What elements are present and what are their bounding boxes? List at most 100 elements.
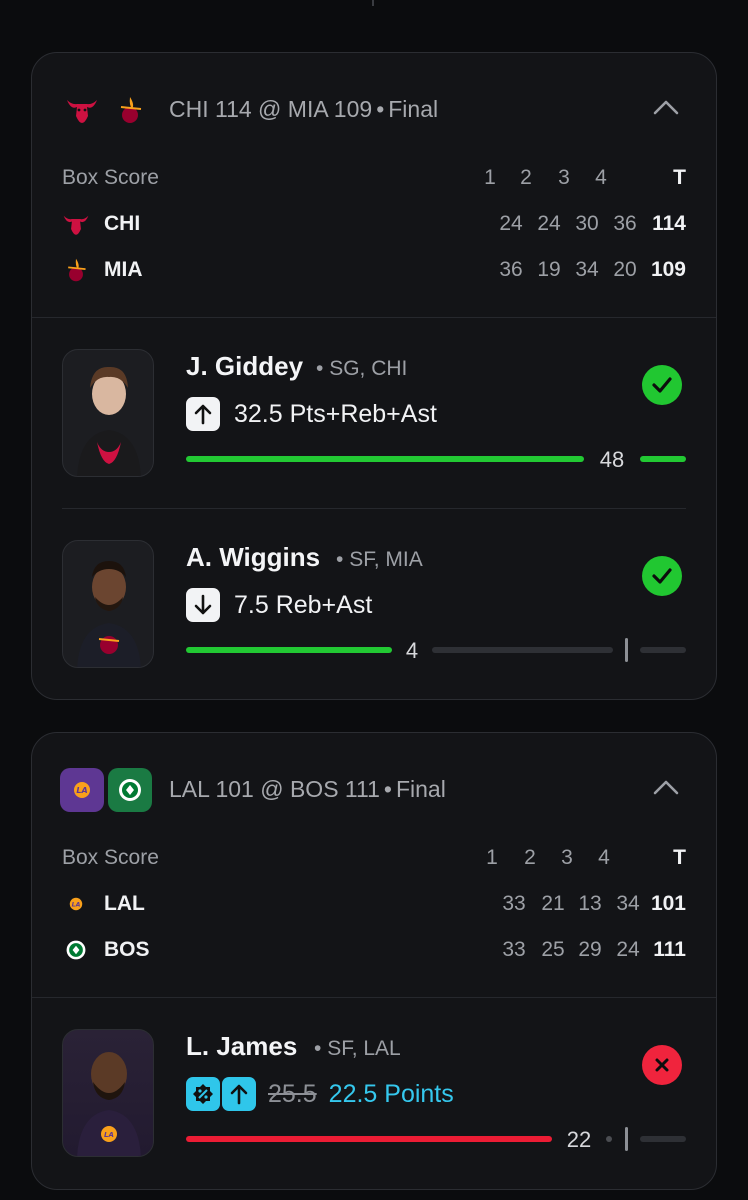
line-marker (625, 638, 628, 662)
stat-value: 4 (405, 638, 419, 663)
pick-row[interactable]: A. Wiggins • SF, MIA 7.5 Reb+Ast 4 (32, 512, 716, 682)
player-headshot (62, 349, 154, 477)
quarter-score: 13 (578, 892, 602, 915)
quarter-label: 4 (595, 166, 607, 189)
quarter-label: 4 (598, 846, 610, 869)
svg-text:LA: LA (76, 786, 87, 795)
chevron-up-icon[interactable] (652, 97, 680, 119)
progress-dot (606, 1136, 612, 1142)
heat-logo-icon (62, 256, 90, 284)
team-logos (60, 87, 152, 133)
quarter-label: 1 (486, 846, 498, 869)
svg-text:LA: LA (72, 901, 81, 908)
celtics-logo-icon (108, 768, 152, 812)
quarter-label: 3 (561, 846, 573, 869)
quarter-score: 34 (575, 258, 599, 281)
quarter-score: 24 (499, 212, 523, 235)
player-meta: • SF, MIA (336, 548, 423, 571)
quarter-score: 24 (537, 212, 561, 235)
player-headshot: LA (62, 1029, 154, 1157)
player-name: A. Wiggins (186, 542, 321, 572)
chevron-up-icon[interactable] (652, 777, 680, 799)
box-score-row: MIA 36 19 34 20 109 (62, 250, 686, 290)
team-logos: LA (60, 767, 152, 813)
game-title: LAL 101 @ BOS 111 • Final (169, 776, 446, 802)
player-name: L. James (186, 1031, 298, 1061)
pick-line-text: 7.5 Reb+Ast (234, 590, 373, 619)
scroll-tick (372, 0, 374, 6)
box-score-header: Box Score 1 2 3 4 T (62, 158, 686, 198)
lakers-logo-icon: LA (62, 890, 90, 918)
player-position-team: SF, LAL (327, 1037, 401, 1060)
player-name: J. Giddey (186, 351, 304, 381)
team-abbr: LAL (104, 892, 145, 915)
game-header[interactable]: LA LAL 101 @ BOS 111 • Final (32, 733, 716, 833)
quarter-label: 1 (484, 166, 496, 189)
quarter-score: 33 (502, 892, 526, 915)
box-score-label: Box Score (62, 166, 159, 189)
team-abbr: BOS (104, 938, 150, 961)
arrow-up-icon (222, 1077, 256, 1111)
pick-line: 32.5 Pts+Reb+Ast (186, 397, 437, 431)
team-abbr: MIA (104, 258, 143, 281)
player-position-team: SF, MIA (349, 548, 423, 571)
pick-line: 7.5 Reb+Ast (186, 588, 372, 622)
quarter-score: 25 (541, 938, 565, 961)
bulls-logo-icon (60, 88, 104, 132)
quarter-score: 33 (502, 938, 526, 961)
team-total: 111 (653, 938, 686, 961)
box-score-row: CHI 24 24 30 36 114 (62, 204, 686, 244)
pick-row[interactable]: J. Giddey • SG, CHI 32.5 Pts+Reb+Ast 48 (32, 321, 716, 491)
pick-line-text: 22.5 Points (328, 1079, 454, 1108)
game-header[interactable]: CHI 114 @ MIA 109 • Final (32, 53, 716, 153)
box-score-row: BOS 33 25 29 24 111 (62, 930, 686, 970)
player-meta: • SG, CHI (316, 357, 408, 380)
game-status: Final (388, 96, 439, 122)
team-total: 101 (650, 892, 686, 915)
pick-line-text: 32.5 Pts+Reb+Ast (234, 399, 437, 428)
pick-line: 25.5 22.5 Points (186, 1077, 454, 1111)
celtics-logo-icon (62, 936, 90, 964)
progress-track (640, 1136, 686, 1142)
quarter-score: 36 (499, 258, 523, 281)
discount-badge-icon (186, 1077, 220, 1111)
heat-logo-icon (108, 88, 152, 132)
quarter-score: 19 (537, 258, 561, 281)
checkmark-icon (642, 365, 682, 405)
quarter-score: 29 (578, 938, 602, 961)
progress-bar (186, 1136, 552, 1142)
pick-row[interactable]: LA L. James • SF, LAL 25.5 22.5 Points 2… (32, 1001, 716, 1171)
box-score-label: Box Score (62, 846, 159, 869)
arrow-down-icon (186, 588, 220, 622)
x-mark-icon (642, 1045, 682, 1085)
progress-track (640, 647, 686, 653)
player-position-team: SG, CHI (329, 357, 408, 380)
bulls-logo-icon (62, 210, 90, 238)
game-title: CHI 114 @ MIA 109 • Final (169, 96, 439, 122)
line-marker (625, 1127, 628, 1151)
box-score: Box Score 1 2 3 4 T LA LAL 33 21 13 34 1… (62, 838, 686, 983)
total-label: T (673, 166, 686, 189)
divider (32, 997, 716, 998)
team-abbr: CHI (104, 212, 141, 235)
progress-bar (186, 647, 392, 653)
box-score: Box Score 1 2 3 4 T CHI 24 24 30 36 114 … (62, 158, 686, 303)
quarter-score: 30 (575, 212, 599, 235)
stat-value: 48 (599, 447, 625, 472)
player-meta: • SF, LAL (314, 1037, 401, 1060)
quarter-label: 3 (558, 166, 570, 189)
box-score-row: LA LAL 33 21 13 34 101 (62, 884, 686, 924)
stat-value: 22 (566, 1127, 592, 1152)
lakers-logo-icon: LA (60, 768, 104, 812)
divider (32, 317, 716, 318)
quarter-score: 21 (541, 892, 565, 915)
original-line: 25.5 (268, 1079, 317, 1108)
progress-bar (186, 456, 584, 462)
game-card-lal-bos: LA LAL 101 @ BOS 111 • Final Box Score 1 2… (31, 732, 717, 1190)
quarter-label: 2 (524, 846, 536, 869)
progress-track (432, 647, 613, 653)
game-score-text: LAL 101 @ BOS 111 (169, 776, 380, 802)
team-total: 109 (650, 258, 686, 281)
total-label: T (673, 846, 686, 869)
checkmark-icon (642, 556, 682, 596)
